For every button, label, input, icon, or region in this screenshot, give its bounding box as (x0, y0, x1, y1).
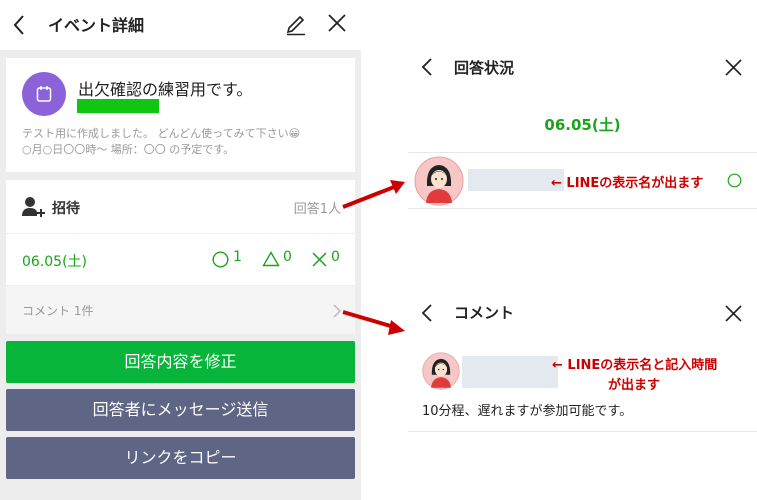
arrow-to-comment-panel (342, 310, 405, 335)
annotation-arrows (342, 180, 405, 335)
arrow-to-status-panel (342, 180, 405, 209)
